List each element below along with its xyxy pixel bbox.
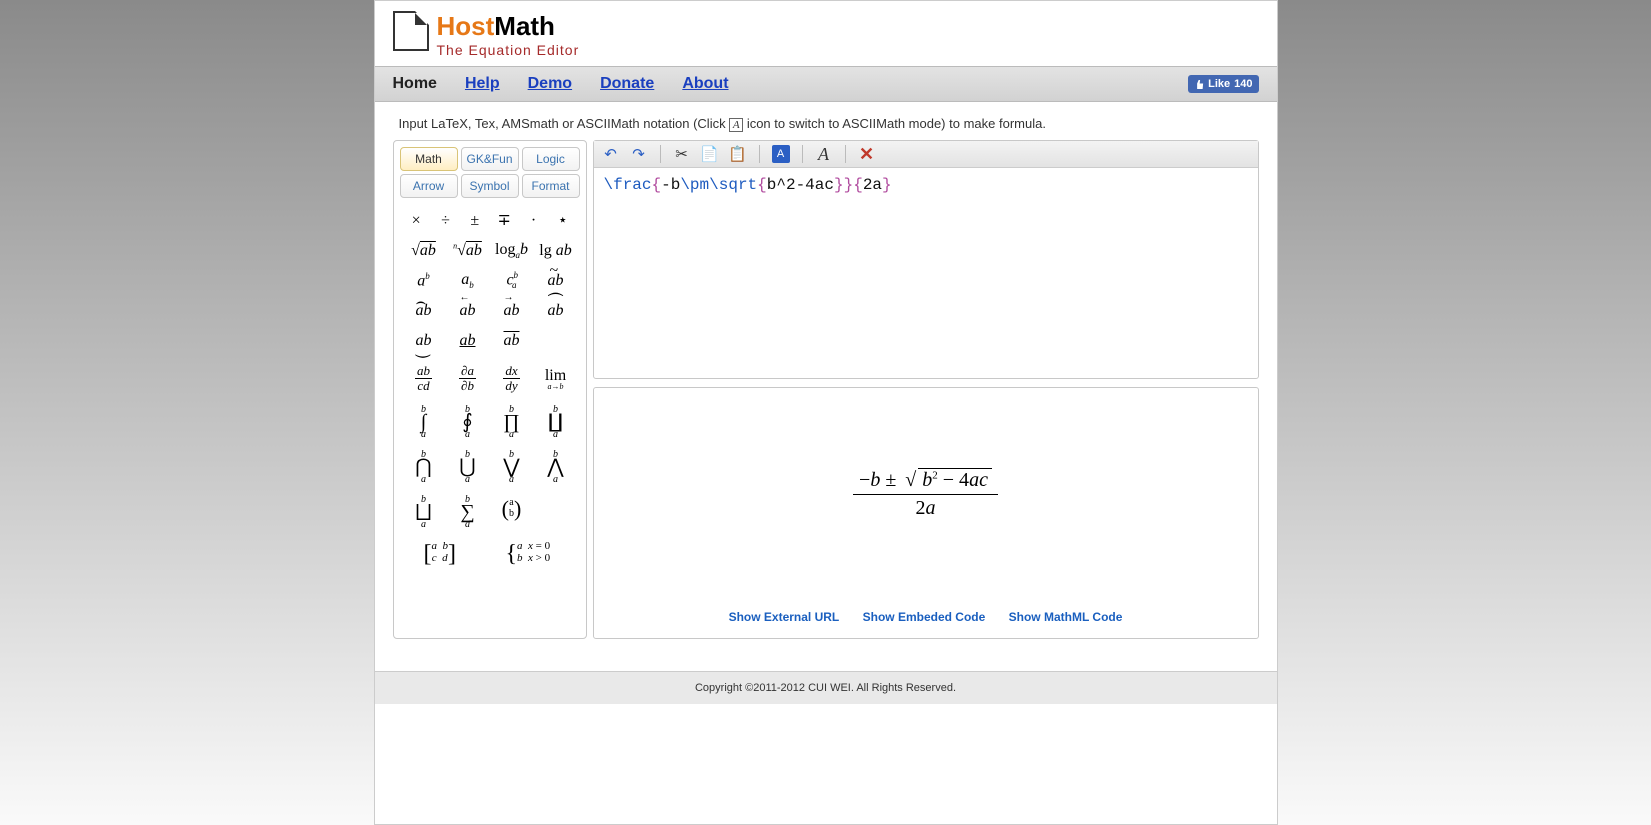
sym-pm[interactable]: ±: [460, 212, 489, 230]
hint-pre: Input LaTeX, Tex, AMSmath or ASCIIMath n…: [399, 116, 730, 131]
sym-cdot[interactable]: ·: [519, 212, 548, 230]
tab-format[interactable]: Format: [522, 174, 580, 198]
tab-arrow[interactable]: Arrow: [400, 174, 458, 198]
editor-toolbar: ↶ ↷ ✂ 📄 📋 A A ✕: [594, 141, 1258, 168]
sym-subsup[interactable]: cba: [490, 271, 534, 291]
nav-home[interactable]: Home: [393, 75, 437, 93]
nav-bar: Home Help Demo Donate About Like 140: [375, 66, 1277, 102]
logo-icon: [393, 11, 429, 51]
sym-overline[interactable]: ab: [490, 332, 534, 350]
sym-sqrt[interactable]: √ab: [402, 242, 446, 260]
sym-bigvee[interactable]: b⋁a: [490, 444, 534, 485]
sym-lim[interactable]: lima→b: [534, 367, 578, 391]
undo-button[interactable]: ↶: [602, 145, 620, 163]
toolbar-separator: [802, 145, 803, 163]
sym-coprod[interactable]: b∐a: [534, 399, 578, 440]
sym-prod[interactable]: b∏a: [490, 399, 534, 440]
facebook-like-button[interactable]: Like 140: [1188, 75, 1258, 93]
sym-frac[interactable]: abcd: [402, 364, 446, 395]
sym-overbrace[interactable]: ab⏜: [534, 302, 578, 320]
sym-lg[interactable]: lg ab: [534, 242, 578, 260]
tab-logic[interactable]: Logic: [522, 147, 580, 171]
sym-sub[interactable]: ab: [446, 271, 490, 291]
sym-div[interactable]: ÷: [431, 212, 460, 230]
code-panel: ↶ ↷ ✂ 📄 📋 A A ✕ \frac{-b\pm\sqrt{b^2-4ac…: [593, 140, 1259, 379]
cut-button[interactable]: ✂: [673, 145, 691, 163]
sym-star[interactable]: ⋆: [548, 212, 577, 230]
sym-tilde[interactable]: ab~: [534, 272, 578, 290]
editor-column: ↶ ↷ ✂ 📄 📋 A A ✕ \frac{-b\pm\sqrt{b^2-4ac…: [593, 140, 1259, 639]
page: HostMath The Equation Editor Home Help D…: [374, 0, 1278, 825]
sym-mp[interactable]: ∓: [489, 212, 518, 230]
sym-log[interactable]: logab: [490, 241, 534, 261]
brand-tagline: The Equation Editor: [437, 42, 580, 58]
clear-button[interactable]: ✕: [858, 145, 876, 163]
sym-bigwedge[interactable]: b⋀a: [534, 444, 578, 485]
sym-bigcap[interactable]: b⋂a: [402, 444, 446, 485]
symbol-palette: Math GK&Fun Logic Arrow Symbol Format × …: [393, 140, 587, 639]
paste-button[interactable]: 📋: [729, 145, 747, 163]
hint-post: icon to switch to ASCIIMath mode) to mak…: [743, 116, 1046, 131]
sym-partial[interactable]: ∂a∂b: [446, 364, 490, 395]
asciimath-mode-icon: A: [729, 118, 743, 132]
nav-donate[interactable]: Donate: [600, 75, 654, 93]
sym-matrix[interactable]: [a bc d]: [402, 540, 479, 567]
sym-hat[interactable]: ab⌢: [402, 302, 446, 320]
sym-binom[interactable]: (ab): [490, 497, 534, 521]
show-mathml-link[interactable]: Show MathML Code: [1009, 610, 1123, 624]
preview-panel: −b ± √b2 − 4ac 2a Show External URL Show…: [593, 387, 1259, 639]
sym-sup[interactable]: ab: [402, 272, 446, 290]
sym-sum[interactable]: b∑a: [446, 489, 490, 530]
instruction-text: Input LaTeX, Tex, AMSmath or ASCIIMath n…: [375, 102, 1277, 140]
footer: Copyright ©2011-2012 CUI WEI. All Rights…: [375, 671, 1277, 704]
sym-cases[interactable]: {a x = 0b x > 0: [478, 540, 577, 567]
sym-dfrac[interactable]: dxdy: [490, 364, 534, 395]
nav-help[interactable]: Help: [465, 75, 500, 93]
brand-math: Math: [494, 11, 555, 41]
sym-bigcup[interactable]: b⋃a: [446, 444, 490, 485]
sym-underline[interactable]: ab: [446, 332, 490, 350]
sym-bigsqcup[interactable]: b⨆a: [402, 489, 446, 530]
sym-overright[interactable]: ab→: [490, 302, 534, 320]
toolbar-separator: [845, 145, 846, 163]
header: HostMath The Equation Editor: [375, 1, 1277, 66]
tab-gkfun[interactable]: GK&Fun: [461, 147, 519, 171]
sym-oint[interactable]: b∮a: [446, 399, 490, 440]
sym-overleft[interactable]: ab←: [446, 302, 490, 320]
formula-preview: −b ± √b2 − 4ac 2a: [594, 388, 1258, 600]
palette-tab-row-1: Math GK&Fun Logic: [400, 147, 580, 171]
nav-demo[interactable]: Demo: [528, 75, 572, 93]
thumb-up-icon: [1194, 79, 1204, 89]
asciimath-toggle-button[interactable]: A: [772, 145, 790, 163]
editor-row: Math GK&Fun Logic Arrow Symbol Format × …: [375, 140, 1277, 651]
font-button[interactable]: A: [815, 145, 833, 163]
symbol-grid: × ÷ ± ∓ · ⋆ √ab n√ab logab lg ab ab ab c…: [400, 206, 580, 569]
palette-tab-row-2: Arrow Symbol Format: [400, 174, 580, 198]
copy-button[interactable]: 📄: [701, 145, 719, 163]
preview-links: Show External URL Show Embeded Code Show…: [594, 600, 1258, 638]
toolbar-separator: [660, 145, 661, 163]
latex-input[interactable]: \frac{-b\pm\sqrt{b^2-4ac}}{2a}: [594, 168, 1258, 378]
toolbar-separator: [759, 145, 760, 163]
tab-math[interactable]: Math: [400, 147, 458, 171]
sym-underbrace[interactable]: ab⏝: [402, 332, 446, 350]
sym-int[interactable]: b∫a: [402, 399, 446, 440]
show-embed-code-link[interactable]: Show Embeded Code: [863, 610, 986, 624]
brand-host: Host: [437, 11, 495, 41]
fb-like-label: Like: [1208, 78, 1230, 90]
logo-text: HostMath The Equation Editor: [437, 11, 580, 58]
fb-like-count: 140: [1234, 78, 1252, 90]
show-external-url-link[interactable]: Show External URL: [729, 610, 840, 624]
sym-nsqrt[interactable]: n√ab: [446, 242, 490, 260]
tab-symbol[interactable]: Symbol: [461, 174, 519, 198]
sym-times[interactable]: ×: [402, 212, 431, 230]
redo-button[interactable]: ↷: [630, 145, 648, 163]
nav-about[interactable]: About: [682, 75, 728, 93]
